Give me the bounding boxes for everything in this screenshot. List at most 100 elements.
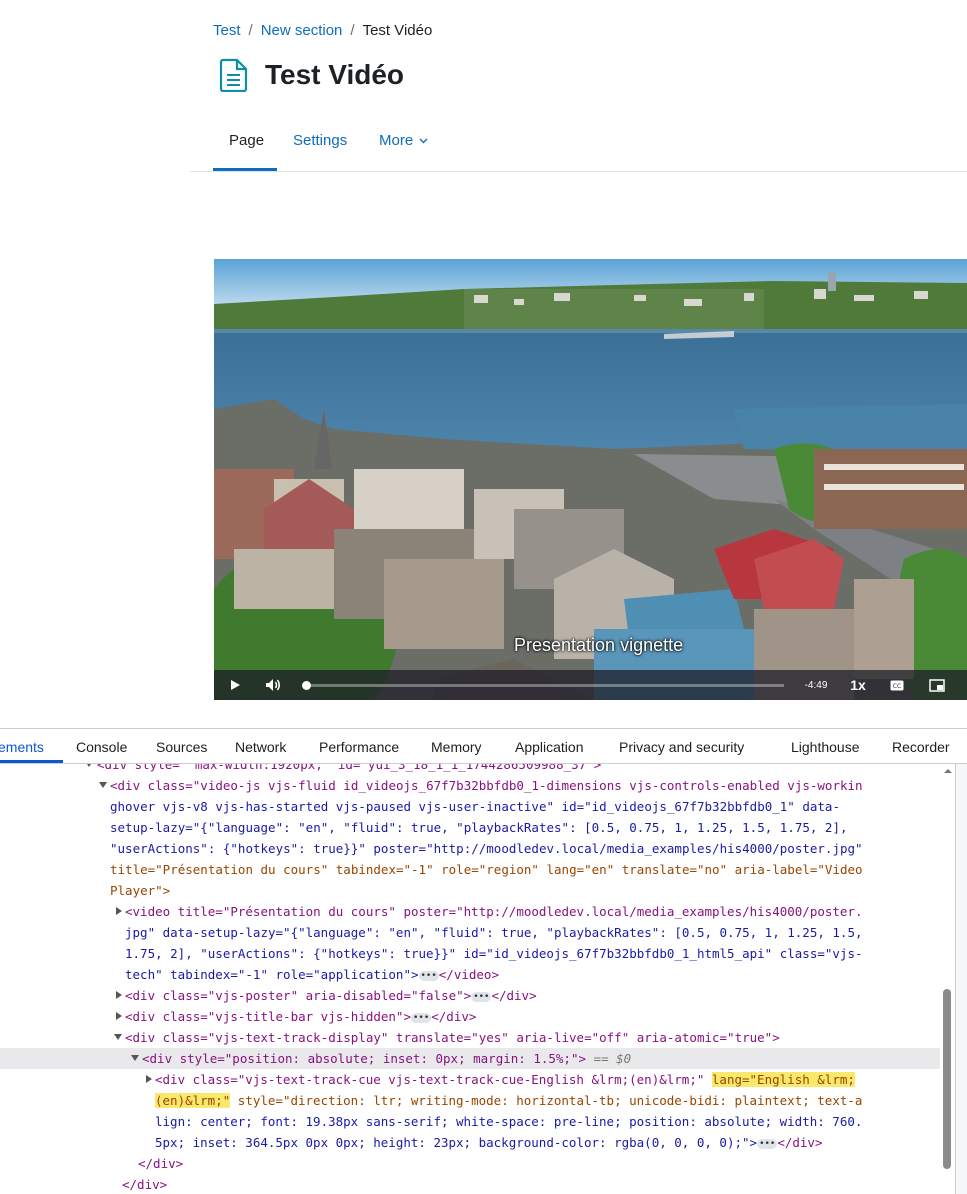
dom-line-text: Player"> <box>110 883 171 898</box>
dom-line-text: style="direction: ltr; writing-mode: hor… <box>230 1093 863 1108</box>
play-icon <box>231 680 240 690</box>
dom-line[interactable]: <div class="vjs-poster" aria-disabled="f… <box>116 985 537 1006</box>
dom-line: setup-lazy="{"language": "en", "fluid": … <box>110 817 848 838</box>
devtools-tab-performance[interactable]: Performance <box>319 739 399 755</box>
dom-line-text: </div> <box>122 1177 168 1192</box>
dom-line: title="Présentation du cours" tabindex="… <box>110 859 863 880</box>
picture-in-picture-icon <box>929 678 945 692</box>
dom-line-text: 1.75, 2], "userActions": {"hotkeys": tru… <box>125 946 863 961</box>
breadcrumb-separator: / <box>248 22 253 39</box>
collapsed-content-ellipsis-icon[interactable]: ••• <box>410 1012 432 1023</box>
dom-line-text: jpg" data-setup-lazy="{"language": "en",… <box>125 925 863 940</box>
video-player[interactable]: Presentation vignette -4:49 1x CC <box>214 259 967 700</box>
dom-line[interactable]: <div class="vjs-text-track-cue vjs-text-… <box>146 1069 855 1090</box>
expand-arrow-icon[interactable] <box>116 991 122 999</box>
playback-rate-button[interactable]: 1x <box>844 670 872 700</box>
tab-page[interactable]: Page <box>229 132 264 149</box>
remaining-time: -4:49 <box>804 679 828 691</box>
dom-line-text: tech" tabindex="-1" role="application"> <box>125 967 419 982</box>
dom-line[interactable]: <video title="Présentation du cours" pos… <box>116 901 863 922</box>
devtools-tab-privacy-security[interactable]: Privacy and security <box>619 739 744 755</box>
captions-icon: CC <box>890 680 904 690</box>
devtools-tab-memory[interactable]: Memory <box>431 739 482 755</box>
devtools-tab-application[interactable]: Application <box>515 739 584 755</box>
dom-line[interactable]: <div class="video-js vjs-fluid id_videoj… <box>99 775 863 796</box>
dom-selected-marker: == $0 <box>593 1051 632 1066</box>
devtools-tab-recorder[interactable]: Recorder <box>892 739 950 755</box>
dom-line-text: ghover vjs-v8 vjs-has-started vjs-paused… <box>110 799 840 814</box>
dom-line-text: </div> <box>138 1156 184 1171</box>
expand-arrow-icon[interactable] <box>116 907 122 915</box>
dom-line-text: <div style=" max-width:1920px;" id="yui_… <box>97 764 602 772</box>
devtools-panel: ements Console Sources Network Performan… <box>0 728 967 1194</box>
dom-line: ghover vjs-v8 vjs-has-started vjs-paused… <box>110 796 840 817</box>
video-caption: Presentation vignette <box>514 635 684 655</box>
dom-line-text: <div class="vjs-poster" aria-disabled="f… <box>125 988 472 1003</box>
dom-line-text: </div> <box>491 988 537 1003</box>
dom-highlighted-attribute: lang="English &lrm; <box>711 1072 855 1087</box>
dom-line-text: lign: center; font: 19.38px sans-serif; … <box>155 1114 863 1129</box>
devtools-tab-sources[interactable]: Sources <box>156 739 207 755</box>
dom-line[interactable]: <div class="vjs-title-bar vjs-hidden"> ••… <box>116 1006 477 1027</box>
dom-line: Player"> <box>110 880 170 901</box>
collapse-arrow-icon[interactable] <box>131 1055 139 1061</box>
tab-settings[interactable]: Settings <box>293 132 347 149</box>
dom-line: (en)&lrm;" style="direction: ltr; writin… <box>155 1090 862 1111</box>
dom-line-selected[interactable]: <div style="position: absolute; inset: 0… <box>0 1048 940 1069</box>
dom-line[interactable]: <div class="vjs-text-track-display" tran… <box>114 1027 780 1048</box>
dom-line-text: <div style="position: absolute; inset: 0… <box>142 1051 587 1066</box>
dom-line[interactable]: <div style=" max-width:1920px;" id="yui_… <box>85 764 602 775</box>
collapse-arrow-icon[interactable] <box>99 782 107 788</box>
devtools-tab-bar: ements Console Sources Network Performan… <box>0 729 967 764</box>
dom-line-text: <div class="video-js vjs-fluid id_videoj… <box>110 778 863 793</box>
chevron-down-icon <box>419 138 428 144</box>
dom-line: 5px; inset: 364.5px 0px 0px; height: 23p… <box>155 1132 822 1153</box>
collapse-arrow-icon[interactable] <box>114 1034 122 1040</box>
dom-line: lign: center; font: 19.38px sans-serif; … <box>155 1111 862 1132</box>
svg-text:CC: CC <box>893 683 901 690</box>
elements-dom-tree: <div style=" max-width:1920px;" id="yui_… <box>0 764 940 1194</box>
expand-arrow-icon[interactable] <box>116 1012 122 1020</box>
collapsed-content-ellipsis-icon[interactable]: ••• <box>471 991 492 1002</box>
captions-button[interactable]: CC <box>884 670 910 700</box>
picture-in-picture-button[interactable] <box>922 670 952 700</box>
dom-line-text: setup-lazy="{"language": "en", "fluid": … <box>110 820 848 835</box>
devtools-tab-console[interactable]: Console <box>76 739 127 755</box>
volume-icon <box>266 679 280 691</box>
dom-line: tech" tabindex="-1" role="application"> •… <box>125 964 499 985</box>
dom-line-text: <div class="vjs-text-track-cue vjs-text-… <box>155 1072 712 1087</box>
dom-line-text: <div class="vjs-text-track-display" tran… <box>125 1030 780 1045</box>
tab-more-label: More <box>379 132 414 149</box>
scrollbar-thumb[interactable] <box>943 989 951 1169</box>
dom-line: jpg" data-setup-lazy="{"language": "en",… <box>125 922 863 943</box>
devtools-tab-network[interactable]: Network <box>235 739 286 755</box>
dom-highlighted-attribute: (en)&lrm;" <box>155 1093 231 1108</box>
progress-bar[interactable] <box>304 684 784 687</box>
dom-line-text: </div> <box>777 1135 823 1150</box>
collapse-arrow-icon[interactable] <box>85 764 93 767</box>
dom-line-text: 5px; inset: 364.5px 0px 0px; height: 23p… <box>155 1135 758 1150</box>
collapsed-content-ellipsis-icon[interactable]: ••• <box>418 970 439 981</box>
breadcrumb-link-new-section[interactable]: New section <box>261 22 343 39</box>
video-frame <box>214 259 967 700</box>
styles-side-panel <box>955 764 967 1194</box>
devtools-tab-elements[interactable]: ements <box>0 739 44 755</box>
dom-line-text: </video> <box>438 967 499 982</box>
collapsed-content-ellipsis-icon[interactable]: ••• <box>757 1138 778 1149</box>
dom-line: </div> <box>138 1153 183 1174</box>
devtools-active-tab-indicator <box>0 760 63 763</box>
play-button[interactable] <box>220 670 250 700</box>
dom-line-text: </div> <box>431 1009 477 1024</box>
devtools-tab-lighthouse[interactable]: Lighthouse <box>791 739 860 755</box>
breadcrumb-link-test[interactable]: Test <box>213 22 241 39</box>
scroll-up-arrow-icon[interactable] <box>941 766 955 776</box>
progress-handle[interactable] <box>302 681 311 690</box>
dom-line-text: <div class="vjs-title-bar vjs-hidden"> <box>125 1009 411 1024</box>
dom-line: 1.75, 2], "userActions": {"hotkeys": tru… <box>125 943 863 964</box>
expand-arrow-icon[interactable] <box>146 1075 152 1083</box>
dom-line: </div> <box>122 1174 167 1194</box>
dom-line-text: title="Présentation du cours" tabindex="… <box>110 862 863 877</box>
mute-button[interactable] <box>258 670 288 700</box>
page-title: Test Vidéo <box>265 59 405 90</box>
tab-more[interactable]: More <box>379 132 428 149</box>
